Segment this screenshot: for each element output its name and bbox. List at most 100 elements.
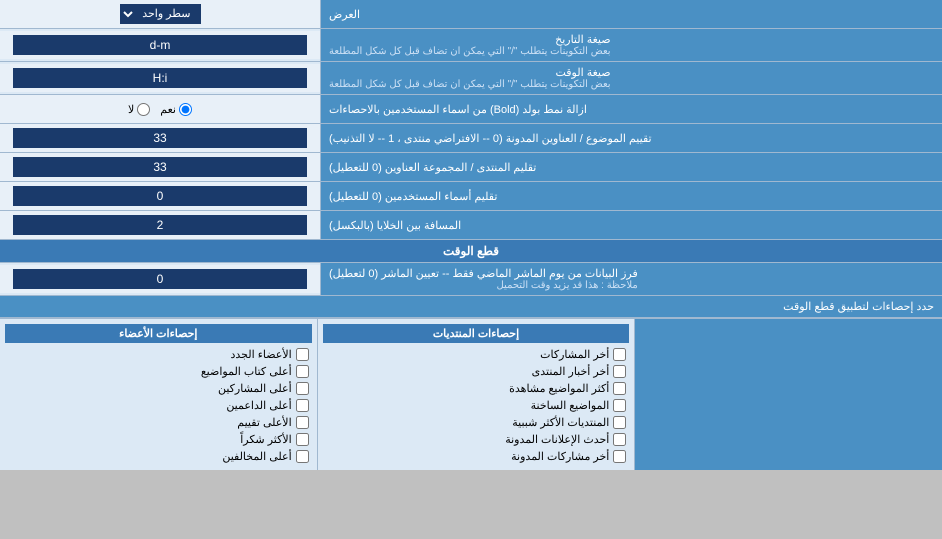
cutoff-label-line1: فرز البيانات من يوم الماشر الماضي فقط --…	[329, 267, 638, 280]
bold-remove-yes-radio[interactable]	[179, 103, 192, 116]
stats-checkbox-member-4[interactable]	[296, 416, 309, 429]
cutoff-label-line2: ملاحظة : هذا قد يزيد وقت التحميل	[329, 280, 638, 291]
cols-spacing-row: المسافة بين الخلايا (بالبكسل)	[0, 211, 942, 240]
time-format-input[interactable]	[13, 68, 308, 88]
cols-spacing-label-text: المسافة بين الخلايا (بالبكسل)	[329, 219, 461, 232]
stats-item-member-0: الأعضاء الجدد	[5, 346, 312, 363]
forum-subject-order-control[interactable]	[0, 124, 320, 152]
date-format-label-line2: بعض التكوينات يتطلب "/" التي يمكن ان تضا…	[329, 46, 611, 57]
stats-label-forum-1: أخر أخبار المنتدى	[532, 365, 610, 378]
time-format-label: صيغة الوقت بعض التكوينات يتطلب "/" التي …	[320, 62, 942, 94]
bold-remove-yes-label[interactable]: نعم	[160, 103, 192, 116]
stats-checkbox-member-0[interactable]	[296, 348, 309, 361]
bold-remove-no-label[interactable]: لا	[128, 103, 150, 116]
stats-label-member-0: الأعضاء الجدد	[230, 348, 291, 361]
date-format-label-line1: صيغة التاريخ	[329, 33, 611, 46]
stats-checkbox-member-1[interactable]	[296, 365, 309, 378]
cutoff-control[interactable]	[0, 265, 320, 293]
stats-item-member-3: أعلى الداعمين	[5, 397, 312, 414]
stats-label-member-6: أعلى المخالفين	[222, 450, 291, 463]
stats-item-member-6: أعلى المخالفين	[5, 448, 312, 465]
forum-subject-order-label: تقييم الموضوع / العناوين المدونة (0 -- ا…	[320, 124, 942, 152]
display-mode-control[interactable]: سطر واحد	[0, 0, 320, 28]
stats-label-forum-2: أكثر المواضيع مشاهدة	[509, 382, 609, 395]
page-title: العرض	[320, 0, 942, 28]
time-format-row: صيغة الوقت بعض التكوينات يتطلب "/" التي …	[0, 62, 942, 95]
stats-label-forum-0: أخر المشاركات	[540, 348, 609, 361]
stats-checkbox-forum-3[interactable]	[613, 399, 626, 412]
stats-limit-row: حدد إحصاءات لتطبيق قطع الوقت	[0, 296, 942, 318]
stats-checkbox-forum-6[interactable]	[613, 450, 626, 463]
stats-checkbox-member-6[interactable]	[296, 450, 309, 463]
cutoff-label: فرز البيانات من يوم الماشر الماضي فقط --…	[320, 263, 942, 295]
display-mode-select[interactable]: سطر واحد	[120, 4, 201, 24]
stats-checkbox-member-2[interactable]	[296, 382, 309, 395]
stats-col-forums: إحصاءات المنتديات أخر المشاركات أخر أخبا…	[317, 319, 635, 470]
stats-item-member-2: أعلى المشاركين	[5, 380, 312, 397]
stats-label-member-5: الأكثر شكراً	[240, 433, 291, 446]
forum-group-order-input[interactable]	[13, 157, 308, 177]
stats-item-member-4: الأعلى تقييم	[5, 414, 312, 431]
stats-item-forum-0: أخر المشاركات	[323, 346, 630, 363]
users-names-row: تقليم أسماء المستخدمين (0 للتعطيل)	[0, 182, 942, 211]
stats-checkbox-forum-0[interactable]	[613, 348, 626, 361]
stats-item-forum-5: أحدث الإعلانات المدونة	[323, 431, 630, 448]
stats-col-forums-header-text: إحصاءات المنتديات	[433, 328, 519, 340]
bold-remove-label: ازالة نمط بولد (Bold) من اسماء المستخدمي…	[320, 95, 942, 123]
users-names-input[interactable]	[13, 186, 308, 206]
stats-item-forum-6: أخر مشاركات المدونة	[323, 448, 630, 465]
forum-group-order-label-text: تقليم المنتدى / المجموعة العناوين (0 للت…	[329, 161, 536, 174]
stats-section: إحصاءات المنتديات أخر المشاركات أخر أخبا…	[0, 318, 942, 470]
cutoff-title-text: قطع الوقت	[443, 244, 499, 258]
users-names-label-text: تقليم أسماء المستخدمين (0 للتعطيل)	[329, 190, 497, 203]
forum-group-order-control[interactable]	[0, 153, 320, 181]
bold-remove-yes-text: نعم	[160, 103, 176, 116]
bold-remove-control[interactable]: نعم لا	[0, 95, 320, 123]
header-row: العرض سطر واحد	[0, 0, 942, 29]
bold-remove-no-text: لا	[128, 103, 134, 116]
cols-spacing-control[interactable]	[0, 211, 320, 239]
users-names-control[interactable]	[0, 182, 320, 210]
forum-group-order-label: تقليم المنتدى / المجموعة العناوين (0 للت…	[320, 153, 942, 181]
stats-col-members-header: إحصاءات الأعضاء	[5, 324, 312, 343]
bold-remove-radio-group: نعم لا	[128, 103, 192, 116]
stats-item-forum-4: المنتديات الأكثر شببية	[323, 414, 630, 431]
stats-checkbox-forum-1[interactable]	[613, 365, 626, 378]
stats-checkbox-member-3[interactable]	[296, 399, 309, 412]
stats-item-forum-1: أخر أخبار المنتدى	[323, 363, 630, 380]
stats-label-member-1: أعلى كتاب المواضيع	[201, 365, 292, 378]
stats-label-forum-3: المواضيع الساخنة	[531, 399, 610, 412]
stats-item-forum-2: أكثر المواضيع مشاهدة	[323, 380, 630, 397]
stats-empty-col	[634, 319, 942, 470]
stats-checkbox-forum-2[interactable]	[613, 382, 626, 395]
date-format-label: صيغة التاريخ بعض التكوينات يتطلب "/" الت…	[320, 29, 942, 61]
forum-subject-order-input[interactable]	[13, 128, 308, 148]
cols-spacing-input[interactable]	[13, 215, 308, 235]
title-text: العرض	[329, 8, 360, 21]
stats-label-member-4: الأعلى تقييم	[237, 416, 291, 429]
cutoff-section-header: قطع الوقت	[0, 240, 942, 263]
cols-spacing-label: المسافة بين الخلايا (بالبكسل)	[320, 211, 942, 239]
stats-limit-label: حدد إحصاءات لتطبيق قطع الوقت	[783, 301, 934, 313]
stats-checkbox-forum-4[interactable]	[613, 416, 626, 429]
stats-col-members-header-text: إحصاءات الأعضاء	[119, 328, 197, 340]
forum-subject-order-label-text: تقييم الموضوع / العناوين المدونة (0 -- ا…	[329, 132, 652, 145]
stats-col-forums-header: إحصاءات المنتديات	[323, 324, 630, 343]
stats-item-forum-3: المواضيع الساخنة	[323, 397, 630, 414]
cutoff-input[interactable]	[13, 269, 308, 289]
time-format-control[interactable]	[0, 64, 320, 92]
time-format-label-line2: بعض التكوينات يتطلب "/" التي يمكن ان تضا…	[329, 79, 611, 90]
date-format-input[interactable]	[13, 35, 308, 55]
date-format-control[interactable]	[0, 31, 320, 59]
stats-label-forum-4: المنتديات الأكثر شببية	[512, 416, 609, 429]
stats-checkbox-forum-5[interactable]	[613, 433, 626, 446]
stats-col-members: إحصاءات الأعضاء الأعضاء الجدد أعلى كتاب …	[0, 319, 317, 470]
forum-subject-order-row: تقييم الموضوع / العناوين المدونة (0 -- ا…	[0, 124, 942, 153]
cutoff-row: فرز البيانات من يوم الماشر الماضي فقط --…	[0, 263, 942, 296]
stats-label-member-2: أعلى المشاركين	[218, 382, 292, 395]
stats-label-member-3: أعلى الداعمين	[226, 399, 291, 412]
stats-label-forum-6: أخر مشاركات المدونة	[511, 450, 609, 463]
bold-remove-no-radio[interactable]	[137, 103, 150, 116]
stats-checkbox-member-5[interactable]	[296, 433, 309, 446]
stats-item-member-1: أعلى كتاب المواضيع	[5, 363, 312, 380]
